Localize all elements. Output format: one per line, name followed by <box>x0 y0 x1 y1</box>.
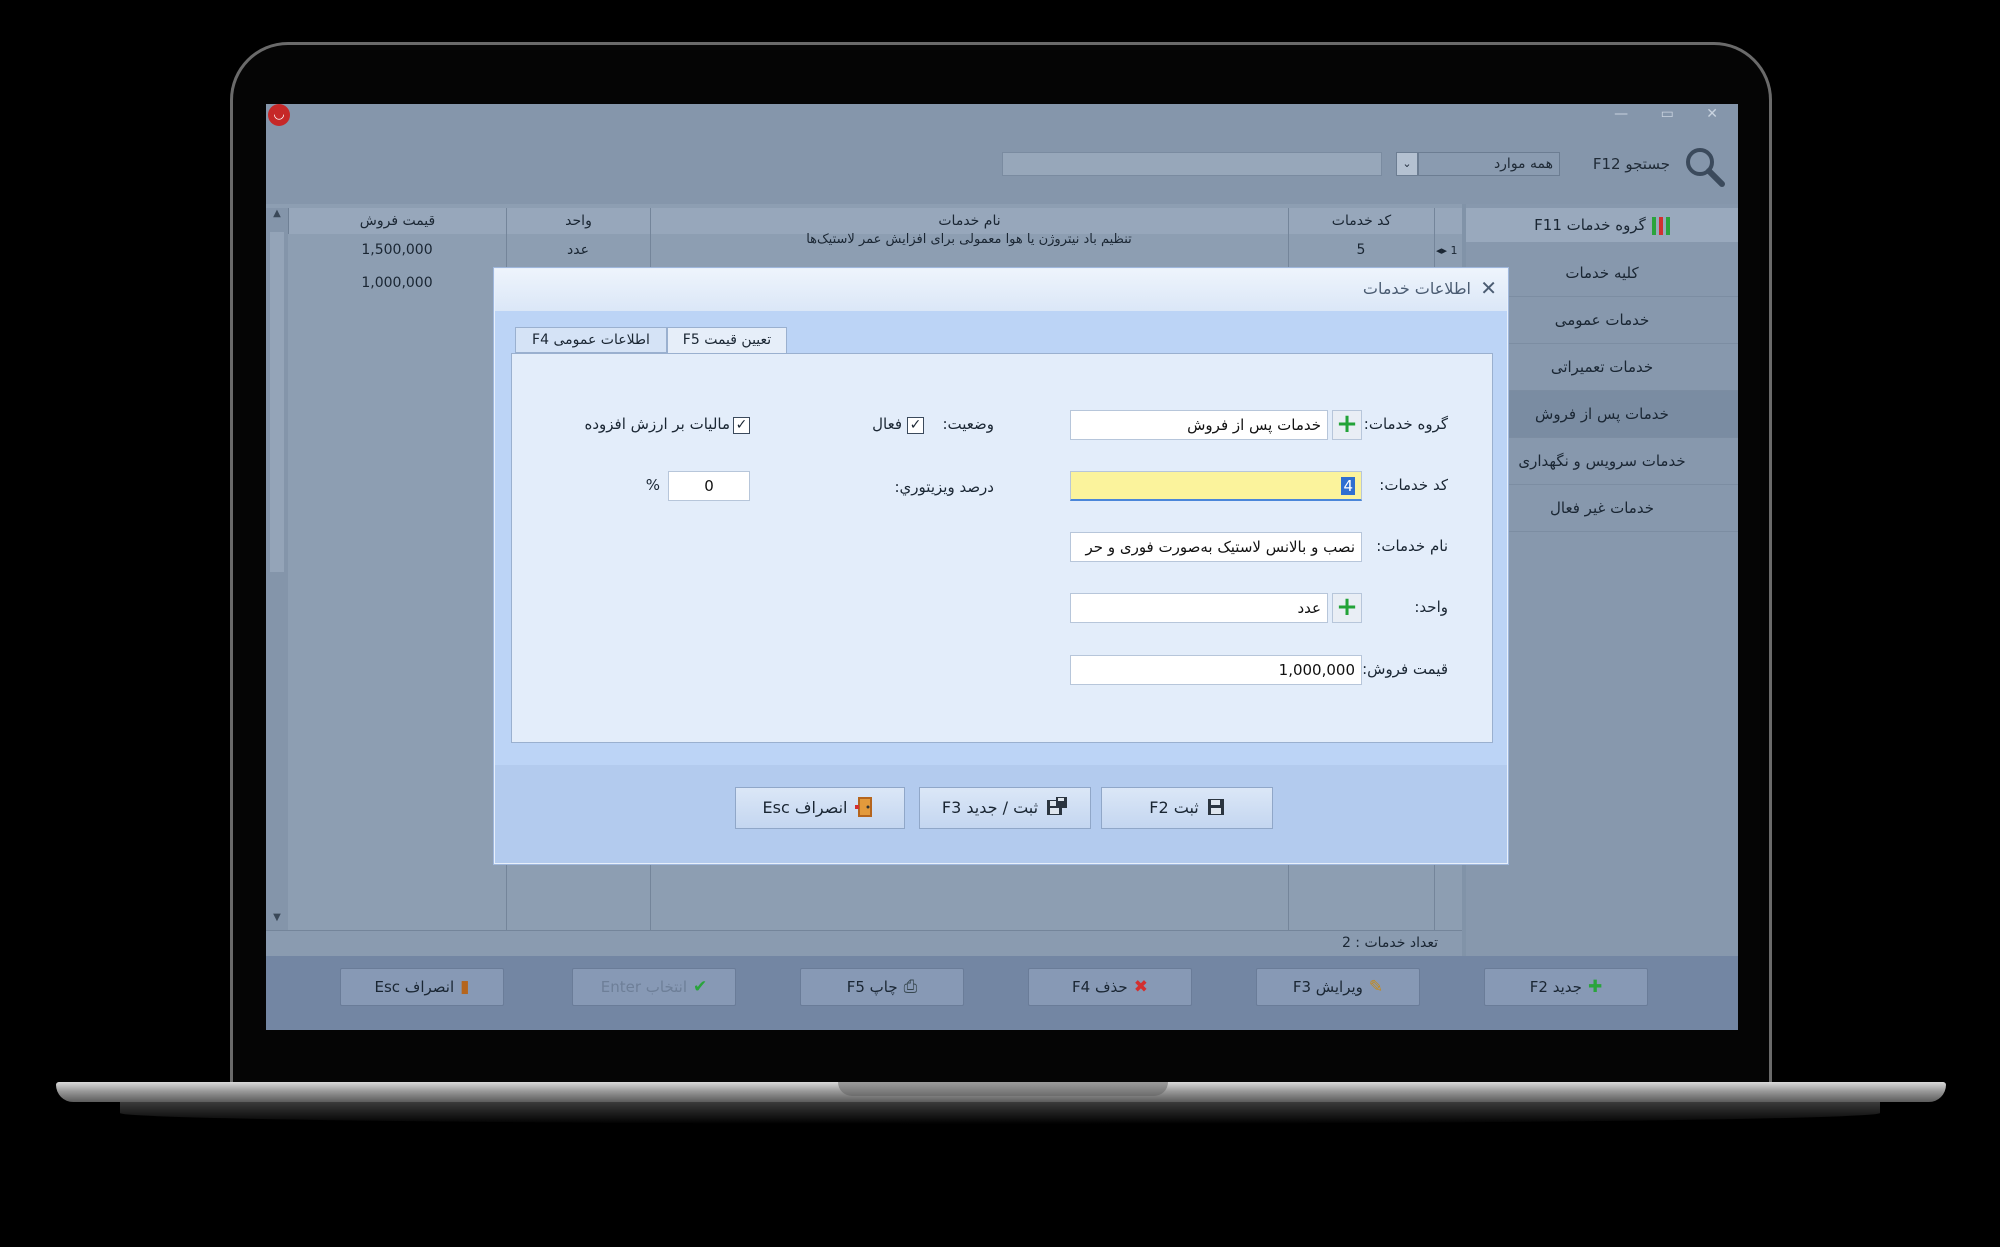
service-count: تعداد خدمات : 2 <box>1341 935 1438 951</box>
percent-sign: % <box>645 476 660 494</box>
save-button-label: ثبت F2 <box>1149 798 1199 817</box>
select-button[interactable]: ✔ انتخاب Enter <box>572 968 736 1006</box>
search-icon[interactable] <box>1682 144 1726 188</box>
printer-icon: ⎙ <box>903 977 918 997</box>
delete-button-label: حذف F4 <box>1072 978 1128 996</box>
active-checkbox[interactable]: ✓ <box>907 417 924 434</box>
cancel-dialog-button-label: انصراف Esc <box>762 798 848 817</box>
cell-price: 1,000,000 <box>361 275 433 291</box>
tab-pricing[interactable]: تعیین قیمت F5 <box>667 327 787 355</box>
chevron-down-icon[interactable]: ⌄ <box>1396 152 1418 176</box>
cancel-dialog-button[interactable]: انصراف Esc <box>735 787 905 829</box>
column-header-price[interactable]: قیمت فروش <box>288 208 506 234</box>
service-info-dialog: اطلاعات خدمات ✕ اطلاعات عمومی F4 تعیین ق… <box>494 268 1508 864</box>
unit-field[interactable]: عدد <box>1070 593 1328 623</box>
visitor-percent-field[interactable]: 0 <box>668 471 750 501</box>
save-icon <box>1207 788 1225 828</box>
code-label: کد خدمات: <box>1379 476 1448 494</box>
delete-x-icon: ✖ <box>1133 977 1148 997</box>
price-label: قیمت فروش: <box>1362 660 1448 678</box>
row-indicator: ◂▸ 1 <box>1436 244 1458 257</box>
close-icon[interactable]: ✕ <box>1480 276 1497 300</box>
title-bar: ◡ — ▭ ✕ <box>266 104 1738 130</box>
print-button[interactable]: ⎙ چاپ F5 <box>800 968 964 1006</box>
search-input[interactable] <box>1002 152 1382 176</box>
scroll-thumb[interactable] <box>270 232 284 572</box>
status-bar: تعداد خدمات : 2 <box>266 930 1462 957</box>
sidebar-header[interactable]: گروه خدمات F11 <box>1466 208 1738 242</box>
cell-price: 1,500,000 <box>361 242 433 258</box>
code-field[interactable]: 4 <box>1070 471 1362 501</box>
edit-button-label: ویرایش F3 <box>1292 978 1363 996</box>
dialog-footer: ثبت F2 ثبت / جدید F3 انصراف Esc <box>495 765 1507 863</box>
code-field-value: 4 <box>1341 477 1355 495</box>
pencil-icon: ✎ <box>1368 977 1384 997</box>
cancel-button-label: انصراف Esc <box>374 978 455 996</box>
cancel-button[interactable]: ▮ انصراف Esc <box>340 968 504 1006</box>
new-button[interactable]: ✚ جدید F2 <box>1484 968 1648 1006</box>
scroll-up-icon[interactable]: ▲ <box>266 208 288 226</box>
column-header-unit[interactable]: واحد <box>506 208 650 234</box>
window-controls[interactable]: — ▭ ✕ <box>1614 106 1732 122</box>
pricing-panel: گروه خدمات: خدمات پس از فروش + کد خدمات:… <box>511 353 1493 743</box>
print-button-label: چاپ F5 <box>846 978 898 996</box>
column-header-code[interactable]: کد خدمات <box>1288 208 1434 234</box>
add-unit-plus-icon[interactable]: + <box>1332 593 1362 623</box>
vat-label: مالیات بر ارزش افزوده <box>584 415 730 433</box>
group-label: گروه خدمات: <box>1363 415 1448 433</box>
column-header-indicator <box>1434 208 1462 234</box>
name-field[interactable]: نصب و بالانس لاستیک به‌صورت فوری و حر <box>1070 532 1362 562</box>
check-icon: ✔ <box>693 977 708 997</box>
bottom-button-bar: ✚ جدید F2 ✎ ویرایش F3 ✖ حذف F4 ⎙ چاپ F5 ✔ انت… <box>266 956 1738 1030</box>
edit-button[interactable]: ✎ ویرایش F3 <box>1256 968 1420 1006</box>
delete-button[interactable]: ✖ حذف F4 <box>1028 968 1192 1006</box>
filter-select[interactable]: همه موارد <box>1418 152 1560 176</box>
app-logo-icon: ◡ <box>268 104 290 126</box>
column-header-name[interactable]: نام خدمات <box>650 208 1288 234</box>
scroll-down-icon[interactable]: ▼ <box>266 912 288 930</box>
dialog-title: اطلاعات خدمات <box>1362 279 1471 298</box>
select-button-label: انتخاب Enter <box>600 978 688 996</box>
add-group-plus-icon[interactable]: + <box>1332 410 1362 440</box>
dialog-title-bar: اطلاعات خدمات ✕ <box>495 269 1507 311</box>
active-label: فعال <box>872 415 902 433</box>
new-button-label: جدید F2 <box>1529 978 1582 996</box>
laptop-shadow <box>120 1102 1880 1124</box>
grid-scrollbar[interactable]: ▲ ▼ <box>266 208 288 930</box>
tab-general-info[interactable]: اطلاعات عمومی F4 <box>515 327 667 353</box>
plus-icon: ✚ <box>1587 977 1603 997</box>
cell-unit: عدد <box>567 242 589 258</box>
cell-code: 5 <box>1356 242 1366 258</box>
exit-door-icon <box>855 788 877 828</box>
name-label: نام خدمات: <box>1376 537 1448 555</box>
sidebar-header-label: گروه خدمات F11 <box>1534 216 1646 234</box>
exit-door-icon: ▮ <box>460 977 470 997</box>
grid-icon <box>1651 216 1670 235</box>
group-field[interactable]: خدمات پس از فروش <box>1070 410 1328 440</box>
cell-name: تنظیم باد نیتروژن یا هوا معمولی برای افز… <box>806 232 1132 247</box>
visitor-percent-label: درصد ویزیتوري: <box>894 478 995 496</box>
status-label: وضعیت: <box>942 415 994 433</box>
unit-label: واحد: <box>1414 598 1448 616</box>
price-field[interactable]: 1,000,000 <box>1070 655 1362 685</box>
search-label: جستجو F12 <box>1592 155 1670 173</box>
save-new-button-label: ثبت / جدید F3 <box>941 798 1039 817</box>
save-new-icon <box>1046 788 1068 828</box>
vat-checkbox[interactable]: ✓ <box>733 417 750 434</box>
save-new-button[interactable]: ثبت / جدید F3 <box>919 787 1091 829</box>
save-button[interactable]: ثبت F2 <box>1101 787 1273 829</box>
laptop-notch <box>838 1082 1168 1096</box>
